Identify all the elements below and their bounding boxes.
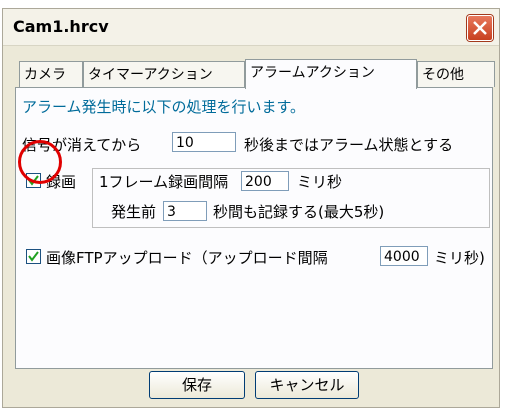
pre-seconds-field[interactable]: 3 (163, 201, 207, 221)
ftp-unit-label: ミリ秒) (434, 249, 485, 267)
alarm-action-panel: アラーム発生時に以下の処理を行います。 信号が消えてから 10 秒後まではアラー… (15, 87, 493, 369)
recording-settings-group: 1フレーム録画間隔 200 ミリ秒 発生前 3 秒間も記録する(最大5秒) (92, 168, 490, 228)
dialog-window: Cam1.hrcv カメラ タイマーアクション アラームアクション その他 アラ… (2, 8, 500, 408)
signal-seconds-field[interactable]: 10 (172, 132, 236, 152)
interval-label: 1フレーム録画間隔 (99, 173, 229, 191)
tab-alarm-action[interactable]: アラームアクション (245, 59, 417, 89)
pre-label: 発生前 (111, 203, 157, 221)
ftp-upload-label: 画像FTPアップロード（アップロード間隔 (46, 249, 328, 267)
checkmark-icon (28, 251, 39, 262)
tab-other[interactable]: その他 (417, 61, 495, 87)
signal-suffix-label: 秒後まではアラーム状態とする (244, 136, 454, 154)
tab-camera[interactable]: カメラ (19, 61, 83, 87)
ftp-interval-field[interactable]: 4000 (380, 246, 428, 266)
title-bar: Cam1.hrcv (3, 9, 499, 46)
interval-field[interactable]: 200 (241, 171, 289, 191)
interval-unit-label: ミリ秒 (297, 173, 343, 191)
highlight-circle (18, 140, 62, 184)
window-title: Cam1.hrcv (13, 17, 109, 36)
pre-suffix-label: 秒間も記録する(最大5秒) (213, 203, 385, 221)
save-button[interactable]: 保存 (149, 371, 245, 399)
panel-description: アラーム発生時に以下の処理を行います。 (22, 98, 306, 116)
ftp-upload-checkbox[interactable] (26, 249, 41, 264)
close-button[interactable] (467, 15, 493, 41)
cancel-button[interactable]: キャンセル (255, 371, 359, 399)
close-icon (473, 21, 487, 35)
tab-timer-action[interactable]: タイマーアクション (83, 61, 245, 87)
